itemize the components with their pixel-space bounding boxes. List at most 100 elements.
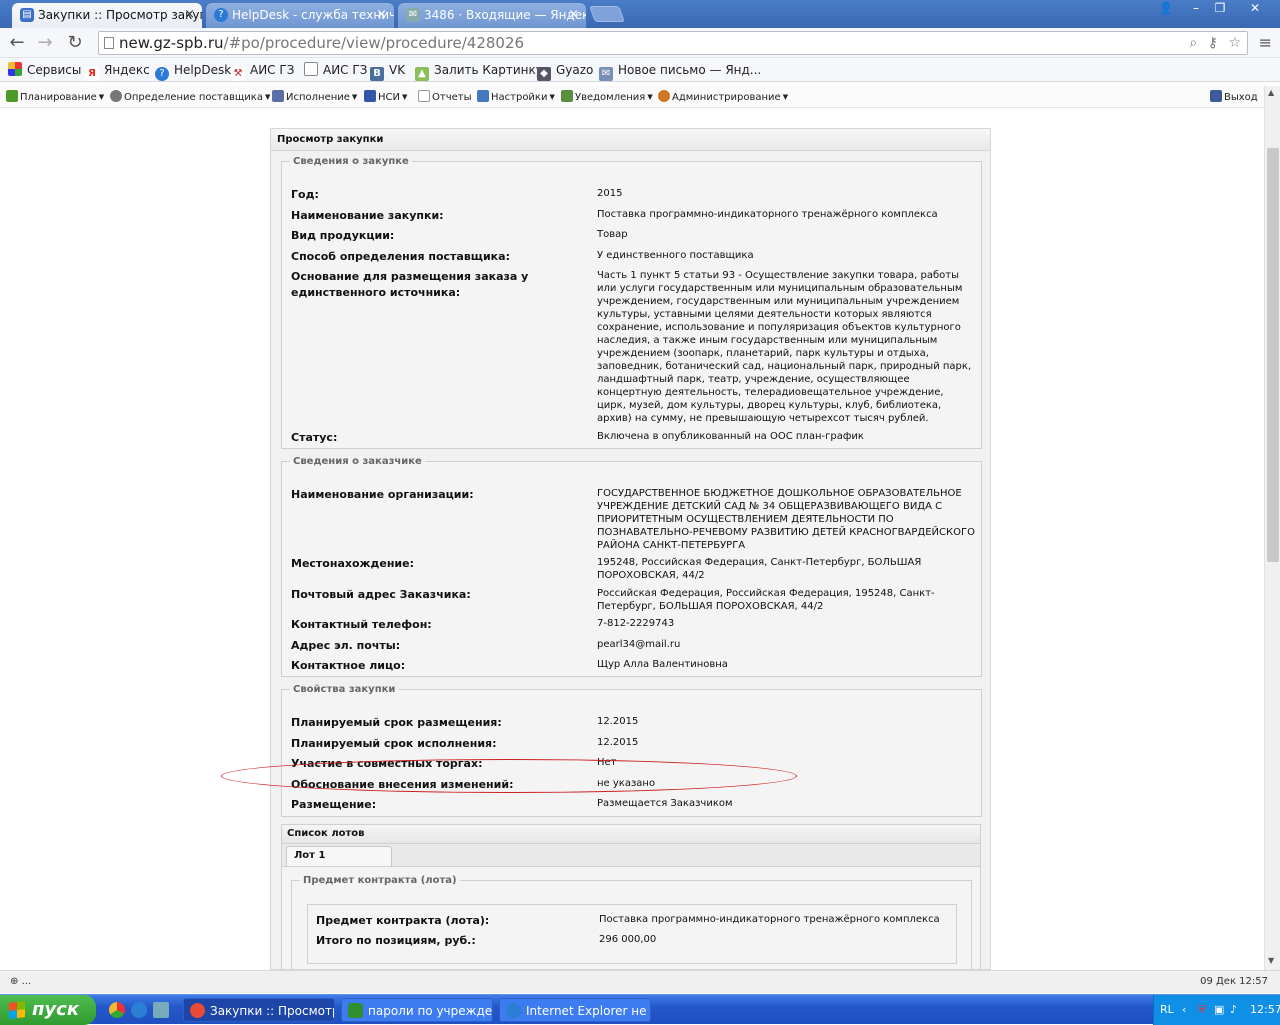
favicon-doc-icon: ▤: [20, 8, 34, 22]
bookmark-label: АИС ГЗ: [323, 63, 368, 77]
browser-tab-mail[interactable]: ✉ 3486 · Входящие — Яндекс.Почта ×: [398, 3, 586, 28]
section-legend: Сведения о закупке: [293, 156, 409, 167]
menu-item-execution[interactable]: Исполнение ▼: [272, 90, 357, 105]
logout-button[interactable]: Выход: [1210, 90, 1258, 105]
tab-lot-1[interactable]: Лот 1: [286, 846, 392, 866]
bookmark-label: VK: [389, 63, 406, 77]
field-label: Участие в совместных торгах:: [291, 757, 483, 770]
apps-icon: [8, 62, 22, 76]
page-icon: [104, 37, 114, 49]
task-label: Internet Explorer не ...: [526, 1004, 651, 1018]
bookmark-item[interactable]: ✉ Новое письмо — Янд...: [599, 62, 761, 81]
field-value: 195248, Российская Федерация, Санкт-Пете…: [597, 557, 922, 581]
scroll-down-icon[interactable]: ▼: [1268, 956, 1274, 965]
start-button[interactable]: пуск: [0, 995, 96, 1025]
field-value: 7-812-2229743: [597, 618, 675, 629]
bookmark-item[interactable]: ⚒ АИС ГЗ: [231, 62, 294, 81]
chrome-menu-icon[interactable]: ≡: [1259, 33, 1272, 52]
bookmark-item[interactable]: ? HelpDesk: [155, 62, 231, 81]
user-profile-icon[interactable]: 👤: [1154, 0, 1178, 18]
gyazo-icon: ◆: [537, 67, 551, 81]
volume-icon[interactable]: ♪: [1230, 995, 1237, 1025]
close-window-icon[interactable]: ✕: [1240, 0, 1270, 18]
field-value: Поставка программно-индикаторного тренаж…: [597, 209, 938, 220]
reload-icon[interactable]: ↻: [64, 32, 86, 54]
field-label: Планируемый срок размещения:: [291, 716, 502, 729]
tray-expand-icon[interactable]: ‹: [1182, 995, 1186, 1025]
menu-item-nsi[interactable]: НСИ ▼: [364, 90, 407, 105]
windows-logo-icon: [9, 1001, 25, 1019]
menu-label: Планирование: [20, 92, 97, 103]
menu-label: Отчеты: [432, 92, 472, 103]
url-host: new.gz-spb.ru: [119, 34, 224, 52]
scrollbar-thumb[interactable]: [1267, 148, 1279, 562]
bookmark-label: Новое письмо — Янд...: [618, 63, 762, 77]
browser-tab-active[interactable]: ▤ Закупки :: Просмотр закупки ×: [12, 3, 202, 28]
back-arrow-icon[interactable]: ←: [6, 32, 28, 54]
field-value: Часть 1 пункт 5 статьи 93 - Осуществлени…: [597, 270, 972, 424]
bookmark-item[interactable]: Сервисы: [8, 62, 81, 78]
taskbar-item[interactable]: Закупки :: Просмотр...: [183, 998, 335, 1022]
bookmark-label: Залить Картинку: [434, 63, 543, 77]
language-indicator[interactable]: RL: [1160, 995, 1174, 1025]
field-label: Контактный телефон:: [291, 618, 432, 631]
bookmark-item[interactable]: Я Яндекс: [85, 62, 150, 81]
tools-icon: ⚒: [231, 67, 245, 81]
user-icon: [658, 90, 670, 102]
field-label: Адрес эл. почты:: [291, 639, 401, 652]
bookmark-item[interactable]: B VK: [370, 62, 405, 81]
restore-icon[interactable]: ❐: [1208, 0, 1232, 18]
bookmarks-bar: Сервисы Я Яндекс ? HelpDesk ⚒ АИС ГЗ АИС ГЗ…: [0, 58, 1280, 82]
ie-launch-icon[interactable]: [131, 1002, 147, 1018]
browser-tab-helpdesk[interactable]: ? HelpDesk - служба технической поддержк…: [206, 3, 394, 28]
new-tab-button[interactable]: [589, 6, 625, 22]
field-label: Местонахождение:: [291, 557, 414, 570]
menu-item-notifications[interactable]: Уведомления ▼: [561, 90, 653, 105]
clock[interactable]: 12:57: [1250, 995, 1280, 1025]
key-icon[interactable]: ⚷: [1208, 35, 1218, 51]
menu-item-supplier[interactable]: Определение поставщика ▼: [110, 90, 270, 105]
forward-arrow-icon[interactable]: →: [34, 32, 56, 54]
menu-item-reports[interactable]: Отчеты: [418, 90, 471, 105]
address-bar[interactable]: new.gz-spb.ru/#po/procedure/view/procedu…: [98, 31, 1248, 55]
vertical-scrollbar[interactable]: ▲ ▼: [1264, 86, 1280, 970]
scroll-up-icon[interactable]: ▲: [1268, 88, 1274, 97]
close-tab-icon[interactable]: ×: [184, 3, 195, 27]
antivirus-icon[interactable]: ⛨: [1198, 995, 1206, 1025]
menu-item-planning[interactable]: Планирование ▼: [6, 90, 104, 105]
close-tab-icon[interactable]: ×: [376, 3, 387, 27]
zoom-icon[interactable]: ⌕: [1189, 35, 1197, 51]
bookmark-label: АИС ГЗ: [250, 63, 295, 77]
taskbar-item[interactable]: Internet Explorer не ...: [499, 998, 651, 1022]
start-label: пуск: [32, 999, 80, 1020]
close-tab-icon[interactable]: ×: [568, 3, 579, 27]
tab-title: 3486 · Входящие — Яндекс.Почта: [424, 8, 586, 22]
menu-item-admin[interactable]: Администрирование ▼: [658, 90, 788, 105]
network-icon[interactable]: ▣: [1214, 995, 1224, 1025]
bookmark-item[interactable]: ◆ Gyazo: [537, 62, 593, 81]
logout-label: Выход: [1224, 92, 1258, 103]
lot-tab-bar: Лот 1: [281, 844, 981, 866]
page-title: Просмотр закупки: [271, 129, 990, 151]
minimize-icon[interactable]: –: [1184, 0, 1208, 18]
bookmark-item[interactable]: ▲ Залить Картинку: [415, 62, 543, 81]
chrome-launch-icon[interactable]: [109, 1002, 125, 1018]
menu-item-settings[interactable]: Настройки ▼: [477, 90, 555, 105]
purchase-info-section: Сведения о закупке Год: 2015 Наименовани…: [281, 156, 982, 449]
question-icon: ?: [214, 8, 228, 22]
book-icon: [364, 90, 376, 102]
tab-title: Закупки :: Просмотр закупки: [38, 8, 202, 22]
field-label: Контактное лицо:: [291, 659, 406, 672]
field-label: Год:: [291, 188, 319, 201]
menu-label: Определение поставщика: [124, 92, 263, 103]
bookmark-item[interactable]: АИС ГЗ: [304, 62, 367, 78]
field-value: 296 000,00: [599, 934, 657, 945]
notification-icon: [561, 90, 573, 102]
taskbar-item[interactable]: пароли по учрежде...: [341, 998, 493, 1022]
field-label: Почтовый адрес Заказчика:: [291, 588, 471, 601]
app-launch-icon[interactable]: [153, 1002, 169, 1018]
field-value: Товар: [597, 229, 628, 240]
status-datetime: 09 Дек 12:57: [1200, 976, 1268, 987]
bookmark-star-icon[interactable]: ☆: [1228, 35, 1241, 51]
spreadsheet-icon: [348, 1003, 363, 1018]
